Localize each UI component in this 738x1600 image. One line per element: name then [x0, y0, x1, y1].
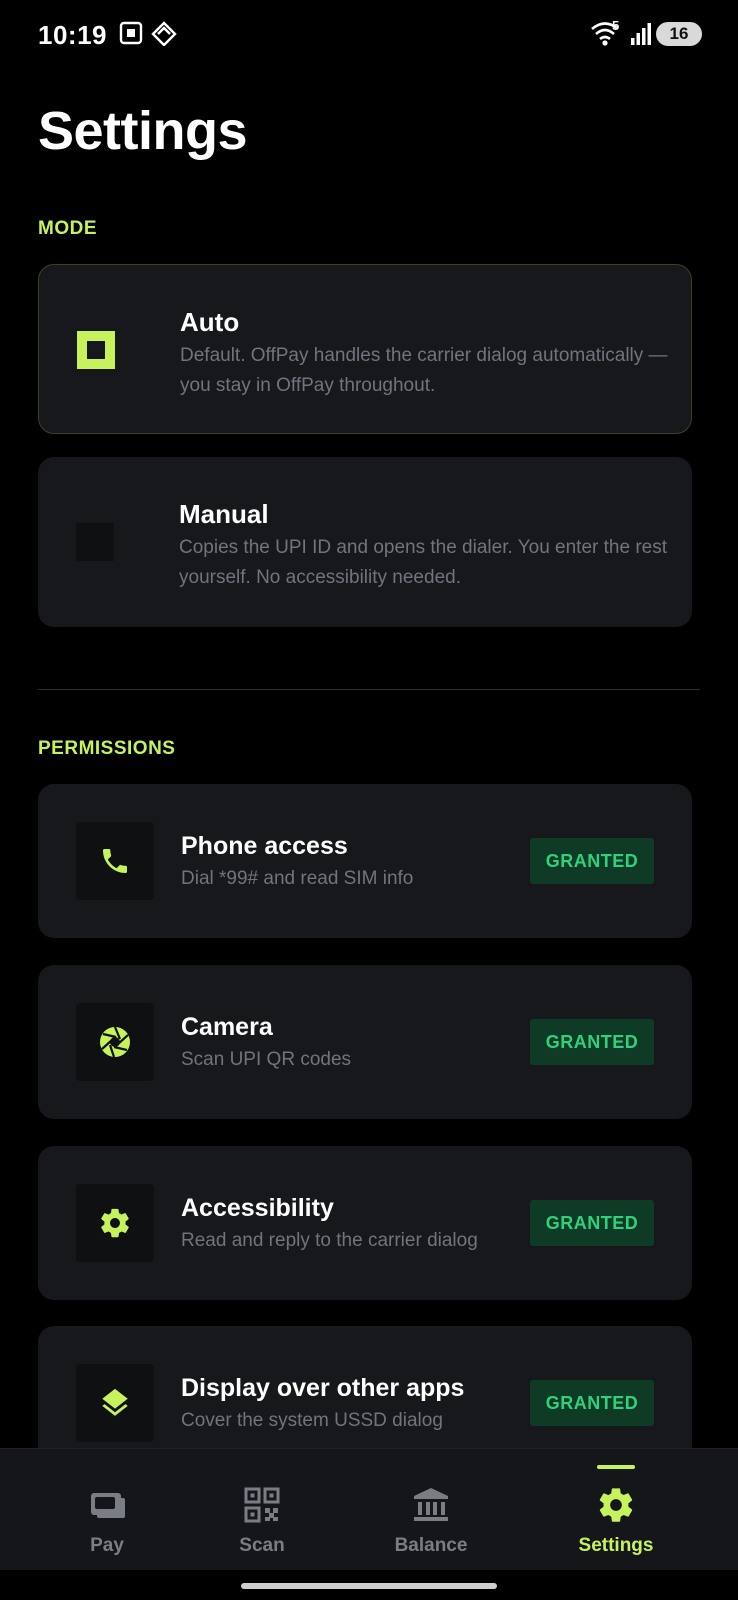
nav-label: Balance [394, 1535, 468, 1556]
granted-badge: GRANTED [530, 1380, 654, 1426]
permission-description: Read and reply to the carrier dialog [181, 1230, 478, 1251]
nav-label: Settings [578, 1535, 654, 1556]
wallet-icon [87, 1485, 127, 1525]
mode-option-title: Manual [179, 499, 269, 529]
permission-title: Display over other apps [181, 1374, 465, 1402]
settings-screen: 10:19 5 16 Settings MODE Auto Default. O… [0, 0, 738, 1600]
network-type-label: 5 [612, 18, 620, 33]
gear-icon [596, 1485, 636, 1525]
mode-option-title: Auto [180, 307, 240, 337]
bank-icon [411, 1485, 451, 1525]
mode-section-label: MODE [38, 218, 97, 239]
nav-label: Scan [239, 1535, 285, 1556]
mode-option-manual[interactable]: Manual Copies the UPI ID and opens the d… [38, 457, 692, 627]
permission-camera[interactable]: Camera Scan UPI QR codes GRANTED [38, 965, 692, 1119]
gear-icon [76, 1184, 154, 1262]
screen-record-icon [118, 20, 144, 51]
section-divider [38, 689, 700, 690]
manual-radio[interactable] [76, 523, 114, 561]
nav-item-settings[interactable]: Settings [541, 1449, 691, 1571]
nav-item-balance[interactable]: Balance [356, 1449, 506, 1571]
status-time: 10:19 [38, 20, 107, 50]
permission-title: Camera [181, 1013, 273, 1041]
app-notification-icon [150, 20, 178, 51]
granted-badge: GRANTED [530, 838, 654, 884]
layers-icon [76, 1364, 154, 1442]
permission-accessibility[interactable]: Accessibility Read and reply to the carr… [38, 1146, 692, 1300]
permission-description: Dial *99# and read SIM info [181, 868, 414, 889]
nav-item-pay[interactable]: Pay [32, 1449, 182, 1571]
nav-item-scan[interactable]: Scan [187, 1449, 337, 1571]
mode-option-description: Copies the UPI ID and opens the dialer. … [179, 537, 667, 588]
permission-description: Scan UPI QR codes [181, 1049, 352, 1070]
permission-title: Accessibility [181, 1194, 334, 1222]
camera-aperture-icon [76, 1003, 154, 1081]
mode-option-description: Default. OffPay handles the carrier dial… [180, 345, 668, 396]
granted-badge: GRANTED [530, 1019, 654, 1065]
auto-radio[interactable] [77, 331, 115, 369]
active-indicator [597, 1465, 635, 1469]
cell-signal-icon [630, 22, 652, 51]
permission-title: Phone access [181, 832, 348, 860]
bottom-navigation: Pay Scan Balance Settings [0, 1448, 738, 1570]
status-bar: 10:19 5 16 [0, 0, 738, 70]
home-indicator-bar[interactable] [241, 1583, 497, 1589]
page-title: Settings [38, 101, 248, 161]
phone-icon [76, 822, 154, 900]
permission-description: Cover the system USSD dialog [181, 1410, 443, 1431]
permission-phone-access[interactable]: Phone access Dial *99# and read SIM info… [38, 784, 692, 938]
qr-code-icon [242, 1485, 282, 1525]
nav-label: Pay [90, 1535, 124, 1556]
granted-badge: GRANTED [530, 1200, 654, 1246]
mode-option-auto[interactable]: Auto Default. OffPay handles the carrier… [38, 264, 692, 434]
battery-indicator: 16 [656, 22, 702, 46]
permissions-section-label: PERMISSIONS [38, 738, 176, 759]
